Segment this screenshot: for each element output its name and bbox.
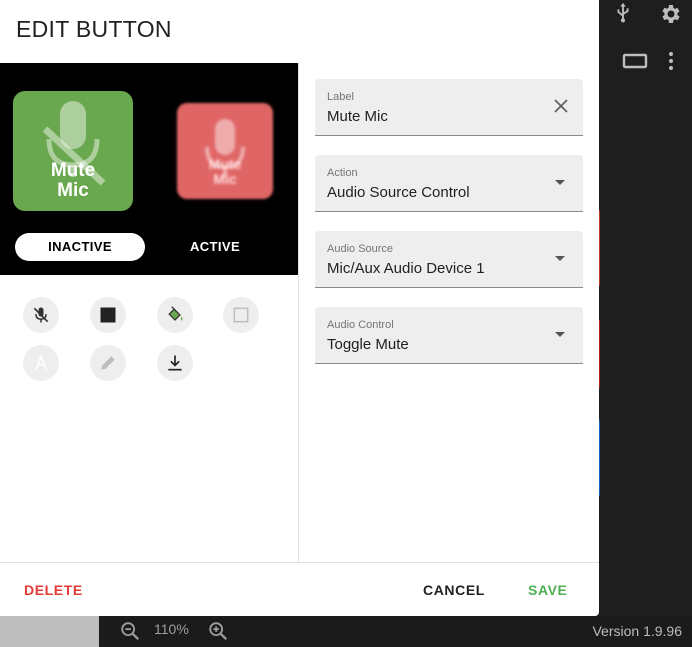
bottom-status-bar: 110% Version 1.9.96	[99, 616, 692, 647]
tablet-view-icon[interactable]	[622, 52, 648, 70]
download-icon	[168, 355, 182, 371]
active-button-preview[interactable]: Mute Mic	[177, 103, 273, 199]
save-button[interactable]: SAVE	[528, 582, 568, 598]
audio-control-select[interactable]: Audio Control Toggle Mute	[315, 307, 583, 364]
dropdown-arrow-icon[interactable]	[555, 332, 565, 337]
fill-color-button[interactable]	[157, 297, 193, 333]
field-label: Audio Source	[327, 243, 394, 255]
active-button-text: Mute Mic	[208, 156, 242, 187]
panel-divider	[298, 63, 299, 563]
field-label: Label	[327, 91, 354, 103]
field-label: Audio Control	[327, 319, 394, 331]
field-value: Audio Source Control	[327, 184, 470, 201]
square-filled-icon	[100, 307, 116, 323]
pencil-icon	[101, 356, 115, 370]
version-label: Version 1.9.96	[592, 623, 682, 639]
button-preview: Mute Mic Mute Mic INACTIVE ACTIVE	[0, 63, 299, 275]
dialog-title: EDIT BUTTON	[16, 16, 172, 42]
text-color-button[interactable]	[23, 345, 59, 381]
field-label: Action	[327, 167, 358, 179]
action-select[interactable]: Action Audio Source Control	[315, 155, 583, 212]
zoom-level: 110%	[154, 621, 189, 637]
paint-bucket-icon	[168, 306, 183, 321]
label-field[interactable]: Label Mute Mic	[315, 79, 583, 136]
close-icon[interactable]	[553, 98, 569, 114]
mic-off-icon	[33, 307, 49, 323]
background-panel	[0, 616, 99, 647]
field-value: Mic/Aux Audio Device 1	[327, 260, 485, 277]
tab-active[interactable]: ACTIVE	[165, 233, 265, 261]
inactive-button-preview[interactable]: Mute Mic	[13, 91, 133, 211]
usb-icon[interactable]	[612, 2, 634, 24]
edit-style-button[interactable]	[90, 345, 126, 381]
settings-gear-icon[interactable]	[658, 2, 682, 26]
text-color-icon	[35, 353, 47, 370]
background-color-button[interactable]	[90, 297, 126, 333]
dropdown-arrow-icon[interactable]	[555, 180, 565, 185]
tab-inactive[interactable]: INACTIVE	[15, 233, 145, 261]
dropdown-arrow-icon[interactable]	[555, 256, 565, 261]
inactive-button-text: Mute Mic	[50, 160, 96, 201]
more-vert-icon[interactable]	[666, 50, 676, 72]
footer-divider	[0, 562, 599, 563]
field-value: Mute Mic	[327, 108, 388, 125]
icon-picker-button[interactable]	[23, 297, 59, 333]
border-button[interactable]	[223, 297, 259, 333]
zoom-in-icon[interactable]	[207, 620, 229, 642]
zoom-out-icon[interactable]	[119, 620, 141, 642]
square-outline-icon	[233, 307, 249, 323]
field-value: Toggle Mute	[327, 336, 409, 353]
edit-button-dialog: EDIT BUTTON Mute Mic Mute Mic INACTIVE A…	[0, 0, 599, 616]
audio-source-select[interactable]: Audio Source Mic/Aux Audio Device 1	[315, 231, 583, 288]
cancel-button[interactable]: CANCEL	[423, 582, 485, 598]
delete-button[interactable]: DELETE	[24, 582, 83, 598]
download-button[interactable]	[157, 345, 193, 381]
